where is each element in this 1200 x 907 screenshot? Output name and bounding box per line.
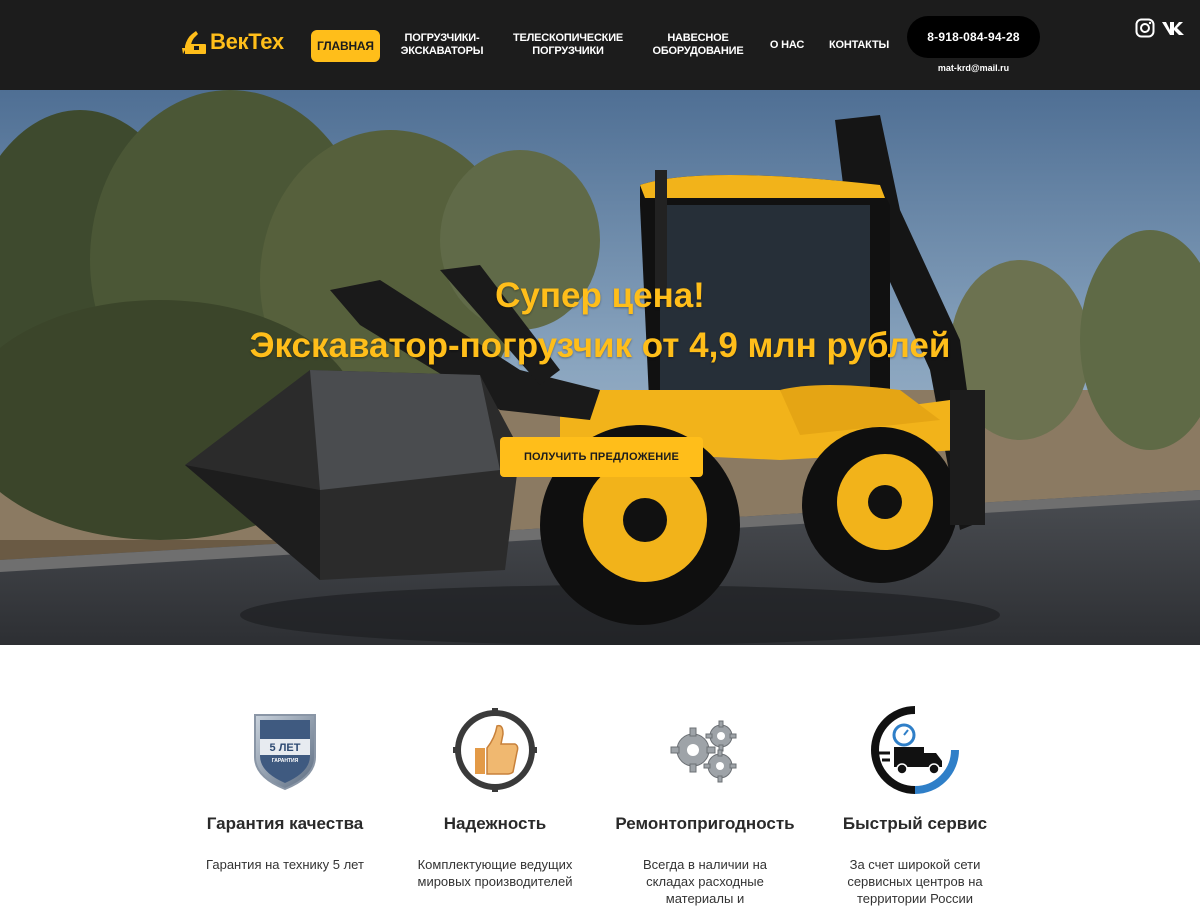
feature-reliability: Надежность Комплектующие ведущих мировых… <box>395 700 595 890</box>
hero-title-line2: Экскаватор-погрузчик от 4,9 млн рублей <box>249 326 951 365</box>
nav-telescopic-loaders-label: ТЕЛЕСКОПИЧЕСКИЕ ПОГРУЗЧИКИ <box>512 32 624 57</box>
excavator-logo-icon <box>182 31 206 54</box>
email-link[interactable]: mat-krd@mail.ru <box>907 63 1040 73</box>
nav-telescopic-loaders[interactable]: ТЕЛЕСКОПИЧЕСКИЕ ПОГРУЗЧИКИ <box>504 32 632 58</box>
feature-fast-service: Быстрый сервис За счет широкой сети серв… <box>815 700 1015 907</box>
site-header: ВекТех ГЛАВНАЯ ПОГРУЗЧИКИ-ЭКСКАВАТОРЫ ТЕ… <box>0 0 1200 90</box>
feature-description: Комплектующие ведущих мировых производит… <box>417 857 573 889</box>
logo[interactable]: ВекТех <box>182 28 284 56</box>
warranty-shield-icon: 5 ЛЕТ ГАРАНТИЯ <box>254 714 316 791</box>
feature-title: Гарантия качества <box>206 814 364 833</box>
feature-title: Надежность <box>443 814 547 833</box>
feature-repairability: Ремонтопригодность Всегда в наличии на с… <box>605 700 805 907</box>
feature-quality-guarantee: 5 ЛЕТ ГАРАНТИЯ Гарантия качества Гаранти… <box>185 700 385 873</box>
nav-contacts[interactable]: КОНТАКТЫ <box>822 39 896 52</box>
get-offer-button[interactable]: ПОЛУЧИТЬ ПРЕДЛОЖЕНИЕ <box>500 437 703 477</box>
nav-backhoe-loaders[interactable]: ПОГРУЗЧИКИ-ЭКСКАВАТОРЫ <box>390 32 494 58</box>
nav-attachments-label: НАВЕСНОЕ ОБОРУДОВАНИЕ <box>652 32 744 57</box>
fast-delivery-truck-icon <box>871 706 959 794</box>
nav-backhoe-loaders-label: ПОГРУЗЧИКИ-ЭКСКАВАТОРЫ <box>400 32 484 57</box>
logo-text: ВекТех <box>210 29 284 54</box>
gears-icon <box>670 720 737 783</box>
feature-description: Всегда в наличии на складах расходные ма… <box>642 857 768 906</box>
thumbs-up-icon <box>453 708 537 792</box>
nav-home[interactable]: ГЛАВНАЯ <box>311 30 380 62</box>
vk-icon[interactable] <box>1161 19 1187 42</box>
hero-banner: Супер цена! Экскаватор-погрузчик от 4,9 … <box>0 90 1200 645</box>
feature-title: Быстрый сервис <box>842 814 988 833</box>
feature-title: Ремонтопригодность <box>615 814 795 833</box>
feature-description: За счет широкой сети сервисных центров н… <box>847 857 983 906</box>
warranty-icon-text: 5 ЛЕТ <box>270 742 301 754</box>
phone-button[interactable]: 8-918-084-94-28 <box>907 16 1040 58</box>
hero-title-line1: Супер цена! <box>495 276 705 315</box>
warranty-icon-subtext: ГАРАНТИЯ <box>272 758 299 764</box>
nav-about[interactable]: О НАС <box>764 39 810 52</box>
instagram-icon[interactable] <box>1135 18 1155 43</box>
nav-attachments[interactable]: НАВЕСНОЕ ОБОРУДОВАНИЕ <box>645 32 751 58</box>
feature-description: Гарантия на технику 5 лет <box>206 857 364 872</box>
